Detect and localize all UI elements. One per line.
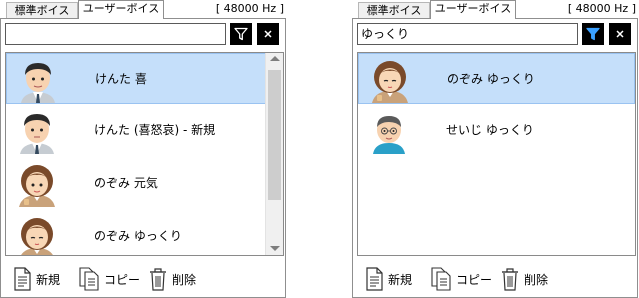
nozomi-avatar	[21, 218, 53, 255]
trash-icon	[150, 268, 166, 291]
list-item[interactable]: のぞみ ゆっくり	[6, 211, 266, 255]
list-item[interactable]: せいじ ゆっくり	[358, 105, 635, 156]
delete-button-label: 削除	[524, 272, 549, 287]
new-button[interactable]: 新規	[364, 264, 412, 294]
list-item[interactable]: けんた 喜	[6, 53, 266, 104]
voice-name: のぞみ ゆっくり	[447, 72, 535, 86]
copy-button-label: コピー	[456, 272, 493, 287]
delete-button[interactable]: 削除	[148, 264, 196, 294]
list-item[interactable]: けんた (喜怒哀) - 新規	[6, 105, 266, 156]
voice-name: せいじ ゆっくり	[446, 123, 534, 137]
tab-user-voice[interactable]: ユーザーボイス	[430, 0, 516, 19]
list-item[interactable]: のぞみ ゆっくり	[358, 53, 635, 104]
copy-document-icon	[79, 267, 99, 291]
filter-icon	[234, 27, 248, 41]
new-button-label: 新規	[36, 272, 61, 287]
footer-toolbar: 新規 コピー 削除	[0, 262, 286, 296]
new-button-label: 新規	[388, 272, 413, 287]
voice-name: けんた 喜	[95, 72, 147, 86]
new-document-icon	[14, 267, 31, 291]
voice-list[interactable]: けんた 喜 けんた (喜怒哀) - 新規 のぞみ 元気 のぞみ ゆっくり	[5, 52, 284, 256]
new-button[interactable]: 新規	[12, 264, 60, 294]
voice-name: のぞみ ゆっくり	[94, 229, 182, 243]
filter-button[interactable]	[230, 23, 252, 45]
search-input[interactable]: ゆっくり	[357, 23, 578, 45]
clear-search-button[interactable]	[257, 23, 279, 45]
kenta-avatar	[20, 114, 54, 154]
nozomi-avatar	[372, 61, 408, 103]
tab-bar: 標準ボイス ユーザーボイス [ 48000 Hz ]	[352, 0, 638, 19]
copy-document-icon	[431, 267, 451, 291]
voice-list[interactable]: のぞみ ゆっくり せいじ ゆっくり	[357, 52, 636, 256]
footer-toolbar: 新規 コピー 削除	[352, 262, 638, 296]
trash-icon	[502, 268, 518, 291]
close-icon	[264, 30, 272, 38]
filter-icon	[586, 27, 600, 41]
kenta-avatar	[21, 63, 55, 103]
search-input[interactable]	[5, 23, 226, 45]
scroll-down-arrow-icon[interactable]	[270, 246, 280, 251]
voice-panel-right: 標準ボイス ユーザーボイス [ 48000 Hz ] ゆっくり のぞみ ゆっくり…	[352, 0, 638, 298]
tab-standard-voice[interactable]: 標準ボイス	[358, 2, 430, 18]
tab-standard-voice[interactable]: 標準ボイス	[6, 2, 78, 18]
filter-button[interactable]	[582, 23, 604, 45]
clear-search-button[interactable]	[609, 23, 631, 45]
list-item[interactable]: のぞみ 元気	[6, 158, 266, 209]
delete-button[interactable]: 削除	[500, 264, 548, 294]
tab-bar: 標準ボイス ユーザーボイス [ 48000 Hz ]	[0, 0, 286, 19]
voice-name: のぞみ 元気	[94, 176, 158, 190]
seiji-avatar	[373, 116, 405, 154]
scroll-up-arrow-icon[interactable]	[270, 56, 280, 61]
voice-panel-left: 標準ボイス ユーザーボイス [ 48000 Hz ] けんた 喜 けんた (喜怒…	[0, 0, 286, 298]
voice-name: けんた (喜怒哀) - 新規	[94, 123, 216, 137]
new-document-icon	[366, 267, 383, 291]
copy-button[interactable]: コピー	[430, 264, 492, 294]
copy-button[interactable]: コピー	[78, 264, 140, 294]
scrollbar[interactable]	[265, 53, 283, 255]
tab-user-voice[interactable]: ユーザーボイス	[78, 0, 164, 19]
close-icon	[616, 30, 624, 38]
sample-rate-label: [ 48000 Hz ]	[215, 2, 284, 15]
sample-rate-label: [ 48000 Hz ]	[567, 2, 636, 15]
nozomi-avatar	[19, 165, 55, 207]
scroll-thumb[interactable]	[268, 70, 281, 200]
copy-button-label: コピー	[104, 272, 141, 287]
delete-button-label: 削除	[172, 272, 197, 287]
